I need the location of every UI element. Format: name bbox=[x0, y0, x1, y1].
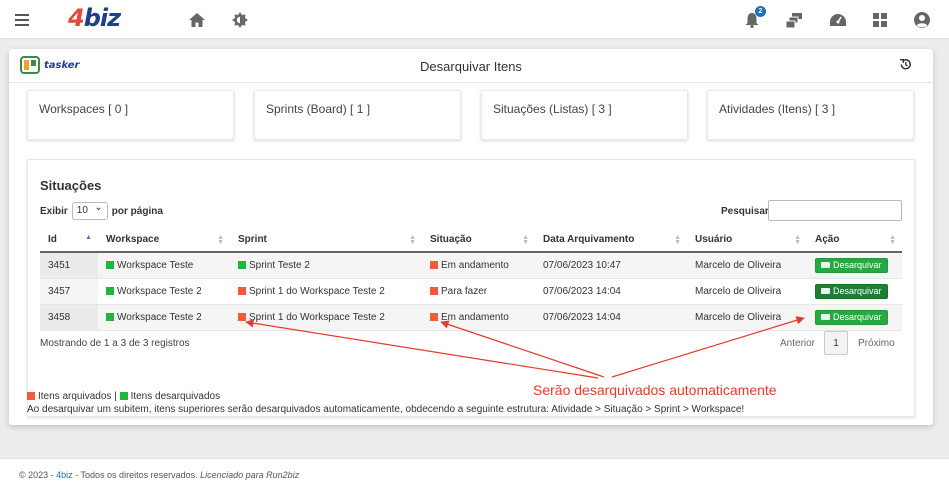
folder-open-icon bbox=[821, 314, 830, 320]
search-label: Pesquisar: bbox=[721, 206, 773, 217]
table-row: 3458 Workspace Teste 2 Sprint 1 do Works… bbox=[40, 304, 902, 331]
brightness-icon[interactable] bbox=[230, 10, 250, 30]
status-unarchived-icon bbox=[106, 312, 114, 321]
status-unarchived-icon bbox=[106, 286, 114, 295]
status-archived-icon bbox=[238, 312, 246, 321]
pagination-next[interactable]: Próximo bbox=[858, 338, 895, 349]
unarchived-square-icon bbox=[119, 392, 128, 400]
card-header: tasker Desarquivar Itens bbox=[9, 49, 933, 83]
col-sprint[interactable]: Sprint ▲ ▼ bbox=[230, 228, 422, 253]
summary-workspaces[interactable]: Workspaces [ 0 ] bbox=[27, 90, 234, 140]
sort-asc-icon: ▲ bbox=[85, 234, 92, 241]
page-title: Desarquivar Itens bbox=[420, 59, 522, 74]
home-icon[interactable] bbox=[187, 10, 207, 30]
top-navbar: 4biz 2 bbox=[0, 0, 949, 39]
status-archived-icon bbox=[430, 286, 438, 295]
menu-icon[interactable] bbox=[12, 10, 32, 30]
sort-icon: ▲ ▼ bbox=[674, 234, 681, 246]
sort-icon: ▲ ▼ bbox=[217, 234, 224, 246]
summary-sprints[interactable]: Sprints (Board) [ 1 ] bbox=[254, 90, 461, 140]
pagination: Anterior 1 Próximo bbox=[780, 331, 895, 355]
col-workspace[interactable]: Workspace ▲ ▼ bbox=[98, 228, 230, 253]
summary-atividades[interactable]: Atividades (Itens) [ 3 ] bbox=[707, 90, 914, 140]
annotation-text: Serão desarquivados automaticamente bbox=[533, 382, 777, 398]
unarchive-button[interactable]: Desarquivar bbox=[815, 283, 888, 299]
footer-text: © 2023 - 4biz - Todos os direitos reserv… bbox=[19, 470, 300, 480]
table-row: 3451 Workspace Teste Sprint Teste 2 Em a… bbox=[40, 252, 902, 279]
hierarchy-note: Ao desarquivar um subitem, itens superio… bbox=[27, 404, 745, 415]
user-avatar-icon[interactable] bbox=[912, 10, 932, 30]
legend: Itens arquivados | Itens desarquivados bbox=[27, 391, 220, 402]
table-row: 3457 Workspace Teste 2 Sprint 1 do Works… bbox=[40, 278, 902, 305]
notification-badge: 2 bbox=[755, 6, 766, 17]
status-archived-icon bbox=[430, 312, 438, 321]
situacoes-table: Id ▲ Workspace ▲ ▼ Sprint ▲ ▼ Situação ▲ ▼ Data… bbox=[40, 228, 902, 331]
pagination-page-1[interactable]: 1 bbox=[824, 331, 849, 355]
col-acao[interactable]: Ação ▲ ▼ bbox=[807, 228, 902, 253]
sort-icon: ▲ ▼ bbox=[409, 234, 416, 246]
dashboard-icon[interactable] bbox=[828, 10, 848, 30]
archived-square-icon bbox=[27, 392, 35, 400]
col-id[interactable]: Id ▲ bbox=[40, 228, 98, 253]
page-length-control: Exibir 10 por página bbox=[40, 202, 163, 220]
unarchive-button[interactable]: Desarquivar bbox=[815, 257, 888, 273]
situacoes-panel: Situações Exibir 10 por página Pesquisar… bbox=[27, 159, 915, 417]
sort-icon: ▲ ▼ bbox=[522, 234, 529, 246]
footer: © 2023 - 4biz - Todos os direitos reserv… bbox=[0, 458, 949, 490]
unarchive-button[interactable]: Desarquivar bbox=[815, 309, 888, 325]
col-data-arquivamento[interactable]: Data Arquivamento ▲ ▼ bbox=[535, 228, 687, 253]
app-logo[interactable]: 4biz bbox=[68, 4, 121, 32]
col-situacao[interactable]: Situação ▲ ▼ bbox=[422, 228, 535, 253]
bell-icon[interactable]: 2 bbox=[742, 6, 766, 30]
summary-situacoes[interactable]: Situações (Listas) [ 3 ] bbox=[481, 90, 688, 140]
sort-icon: ▲ ▼ bbox=[794, 234, 801, 246]
table-info: Mostrando de 1 a 3 de 3 registros bbox=[40, 338, 190, 349]
sort-icon: ▲ ▼ bbox=[889, 234, 896, 246]
page-length-select[interactable]: 10 bbox=[71, 202, 108, 220]
apps-icon[interactable] bbox=[870, 10, 890, 30]
status-archived-icon bbox=[238, 286, 246, 295]
folder-open-icon bbox=[821, 262, 830, 269]
status-unarchived-icon bbox=[106, 260, 114, 269]
panel-title: Situações bbox=[40, 178, 102, 193]
pagination-previous[interactable]: Anterior bbox=[780, 338, 815, 349]
tasks-icon[interactable] bbox=[784, 10, 804, 30]
col-usuario[interactable]: Usuário ▲ ▼ bbox=[687, 228, 807, 253]
history-icon[interactable] bbox=[899, 58, 913, 72]
footer-brand-link[interactable]: 4biz bbox=[56, 470, 73, 480]
status-archived-icon bbox=[430, 260, 438, 269]
unarchive-card: tasker Desarquivar Itens Workspaces [ 0 … bbox=[9, 49, 933, 425]
folder-open-icon bbox=[821, 288, 830, 294]
search-input[interactable] bbox=[768, 200, 902, 221]
status-unarchived-icon bbox=[238, 260, 246, 269]
